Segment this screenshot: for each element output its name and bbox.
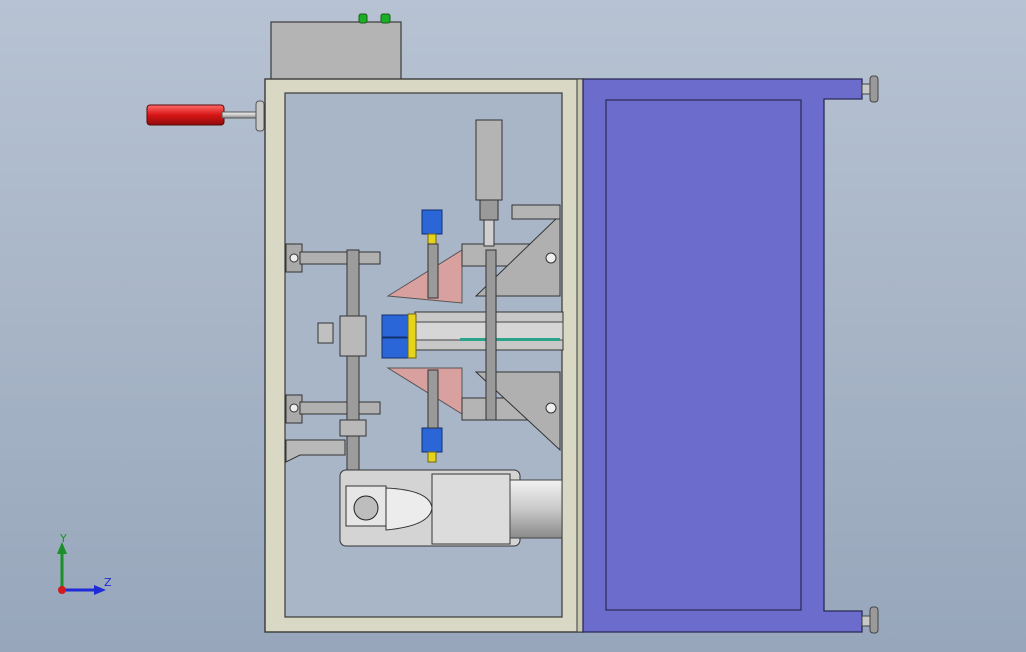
red-handle-lever [146,100,265,132]
green-lamp-right [380,13,391,24]
foot-bottom-pad [869,606,879,634]
machine-drawing: Y Z [57,13,879,634]
foot-top-stem [861,83,871,95]
bottom-motor-assembly [339,469,563,547]
axis-triad: Y Z [57,532,112,595]
control-box [270,13,402,81]
foot-bottom-stem [861,615,871,627]
origin-point [58,586,66,594]
blue-side-panel [582,75,879,634]
z-axis-label: Z [104,576,112,589]
upper-blue-motor [421,209,443,235]
green-lamp-left [358,13,368,24]
y-axis-label: Y [59,532,67,545]
main-frame [264,78,584,633]
cad-viewport[interactable]: Y Z [0,0,1026,652]
lower-blue-motor [421,427,443,453]
foot-top-pad [869,75,879,103]
